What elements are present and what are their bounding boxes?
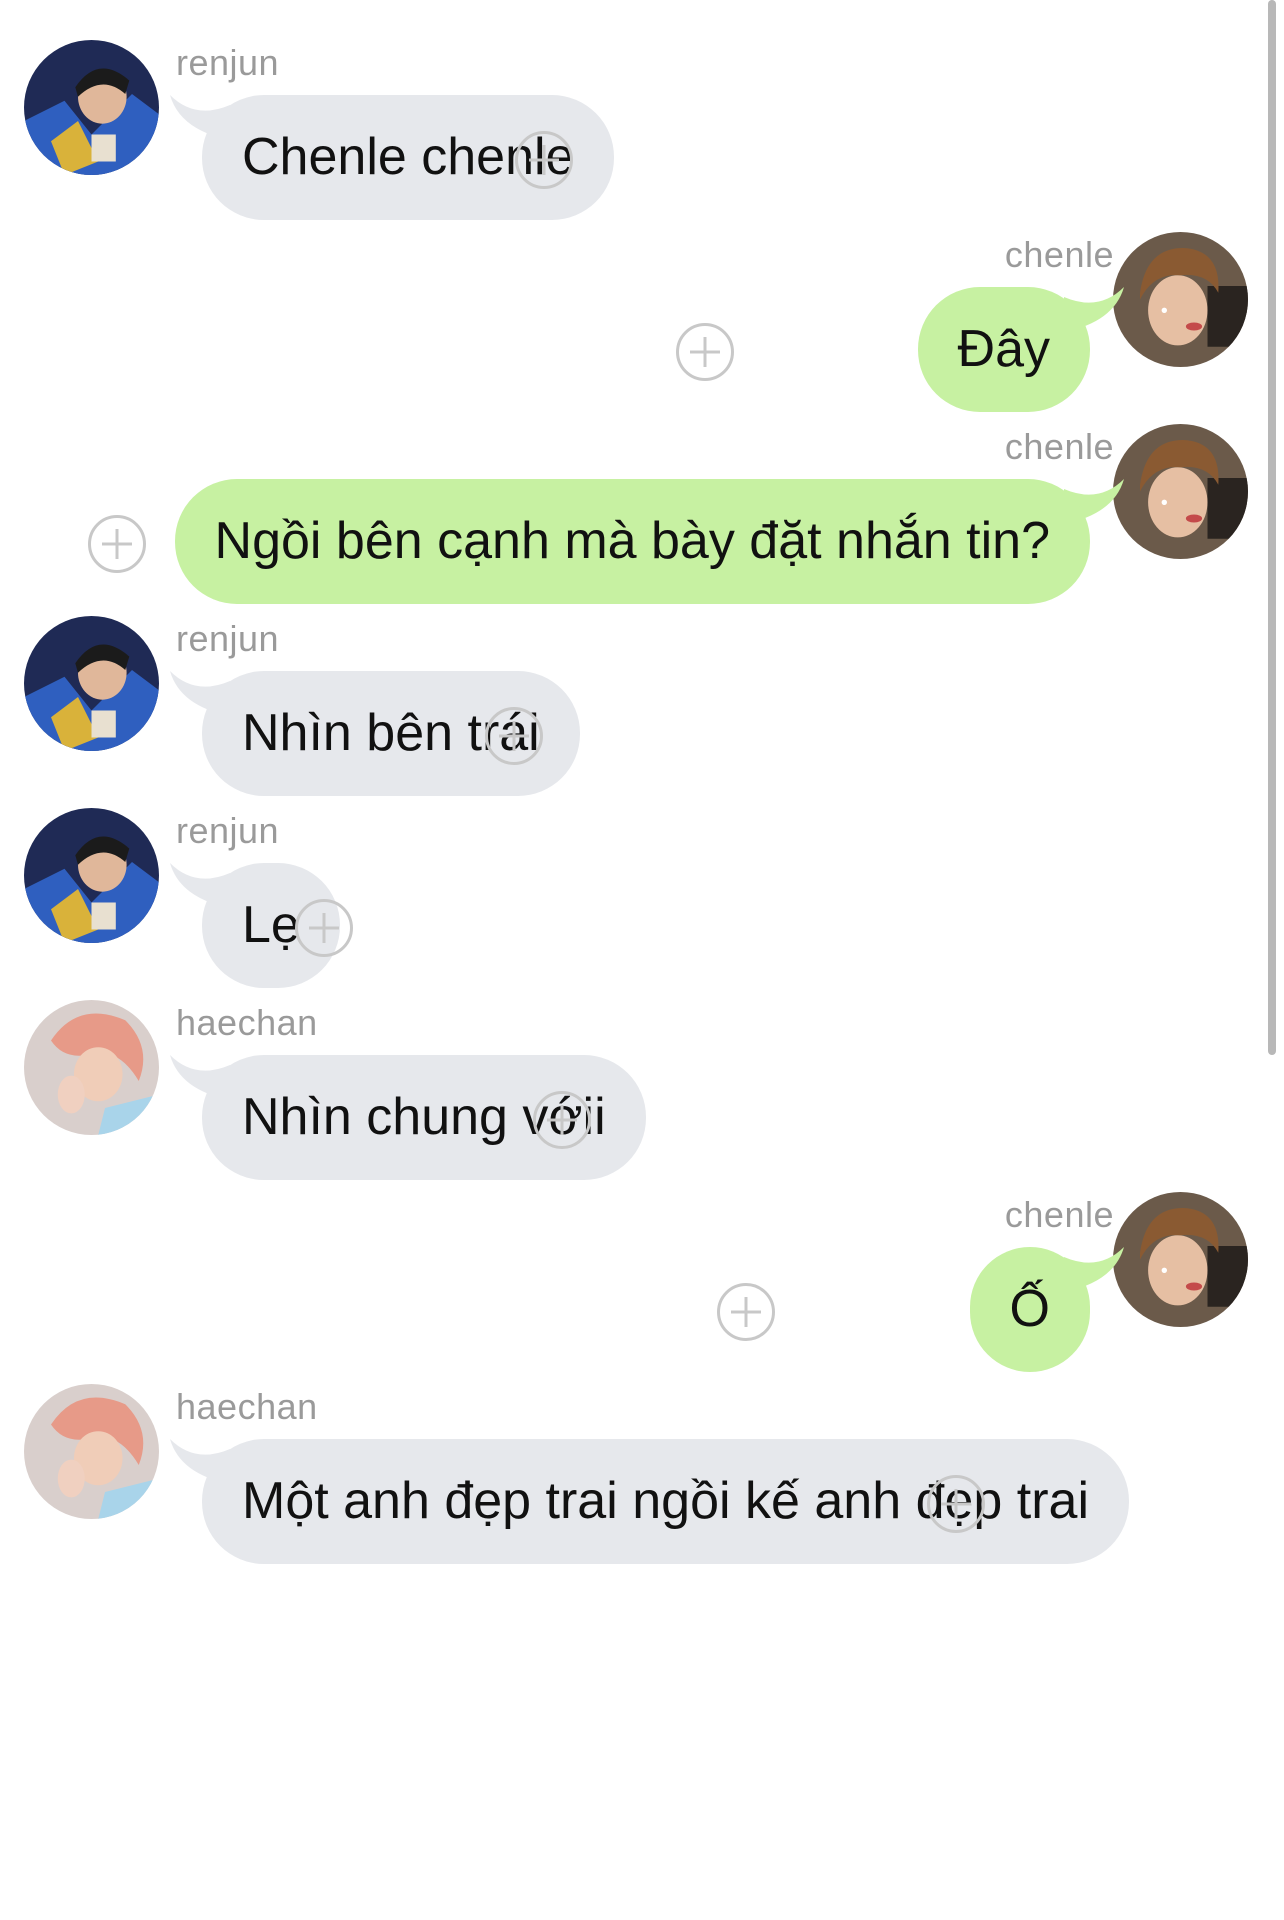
message-row: haechan Nhìn chung vớii: [0, 1000, 1284, 1200]
sender-name: renjun: [176, 42, 280, 83]
avatar-renjun-image: [24, 616, 159, 751]
sender-name: renjun: [176, 810, 280, 851]
avatar-chenle[interactable]: [1113, 424, 1248, 559]
avatar-haechan-image: [24, 1384, 159, 1519]
plus-circle-icon[interactable]: [533, 1091, 591, 1149]
avatar-chenle[interactable]: [1113, 232, 1248, 367]
avatar-renjun[interactable]: [24, 40, 159, 175]
plus-circle-icon[interactable]: [515, 131, 573, 189]
sender-name: haechan: [176, 1002, 318, 1043]
plus-circle-icon[interactable]: [676, 323, 734, 381]
sender-name: chenle: [1004, 234, 1114, 275]
avatar-chenle[interactable]: [1113, 1192, 1248, 1327]
message-row: chenle Ố: [0, 1192, 1284, 1392]
message-row: haechan Một anh đẹp trai ngồi kế anh đẹp…: [0, 1384, 1284, 1584]
plus-circle-icon[interactable]: [485, 707, 543, 765]
message-row: chenle Đây: [0, 232, 1284, 432]
sender-name: renjun: [176, 618, 280, 659]
plus-circle-icon[interactable]: [295, 899, 353, 957]
avatar-chenle-image: [1113, 232, 1248, 367]
avatar-renjun[interactable]: [24, 808, 159, 943]
message-row: renjun Lẹ: [0, 808, 1284, 1008]
message-row: renjun Nhìn bên trái: [0, 616, 1284, 816]
avatar-renjun-image: [24, 40, 159, 175]
avatar-haechan[interactable]: [24, 1000, 159, 1135]
avatar-haechan-image: [24, 1000, 159, 1135]
avatar-chenle-image: [1113, 424, 1248, 559]
message-row: chenle Ngồi bên cạnh mà bày đặt nhắn tin…: [0, 424, 1284, 624]
avatar-renjun-image: [24, 808, 159, 943]
chat-thread: renjun Chenle chenle chenle Đây chenle N…: [0, 0, 1284, 1920]
message-row: renjun Chenle chenle: [0, 40, 1284, 240]
message-bubble[interactable]: Một anh đẹp trai ngồi kế anh đẹp trai: [202, 1439, 1130, 1564]
sender-name: chenle: [1004, 1194, 1114, 1235]
plus-circle-icon[interactable]: [927, 1475, 985, 1533]
plus-circle-icon[interactable]: [717, 1283, 775, 1341]
avatar-haechan[interactable]: [24, 1384, 159, 1519]
avatar-chenle-image: [1113, 1192, 1248, 1327]
sender-name: haechan: [176, 1386, 318, 1427]
message-bubble[interactable]: Ngồi bên cạnh mà bày đặt nhắn tin?: [174, 479, 1090, 604]
plus-circle-icon[interactable]: [88, 515, 146, 573]
scrollbar[interactable]: [1268, 0, 1276, 1055]
message-bubble[interactable]: Đây: [917, 287, 1090, 412]
avatar-renjun[interactable]: [24, 616, 159, 751]
sender-name: chenle: [1004, 426, 1114, 467]
message-bubble[interactable]: Ố: [969, 1247, 1090, 1372]
